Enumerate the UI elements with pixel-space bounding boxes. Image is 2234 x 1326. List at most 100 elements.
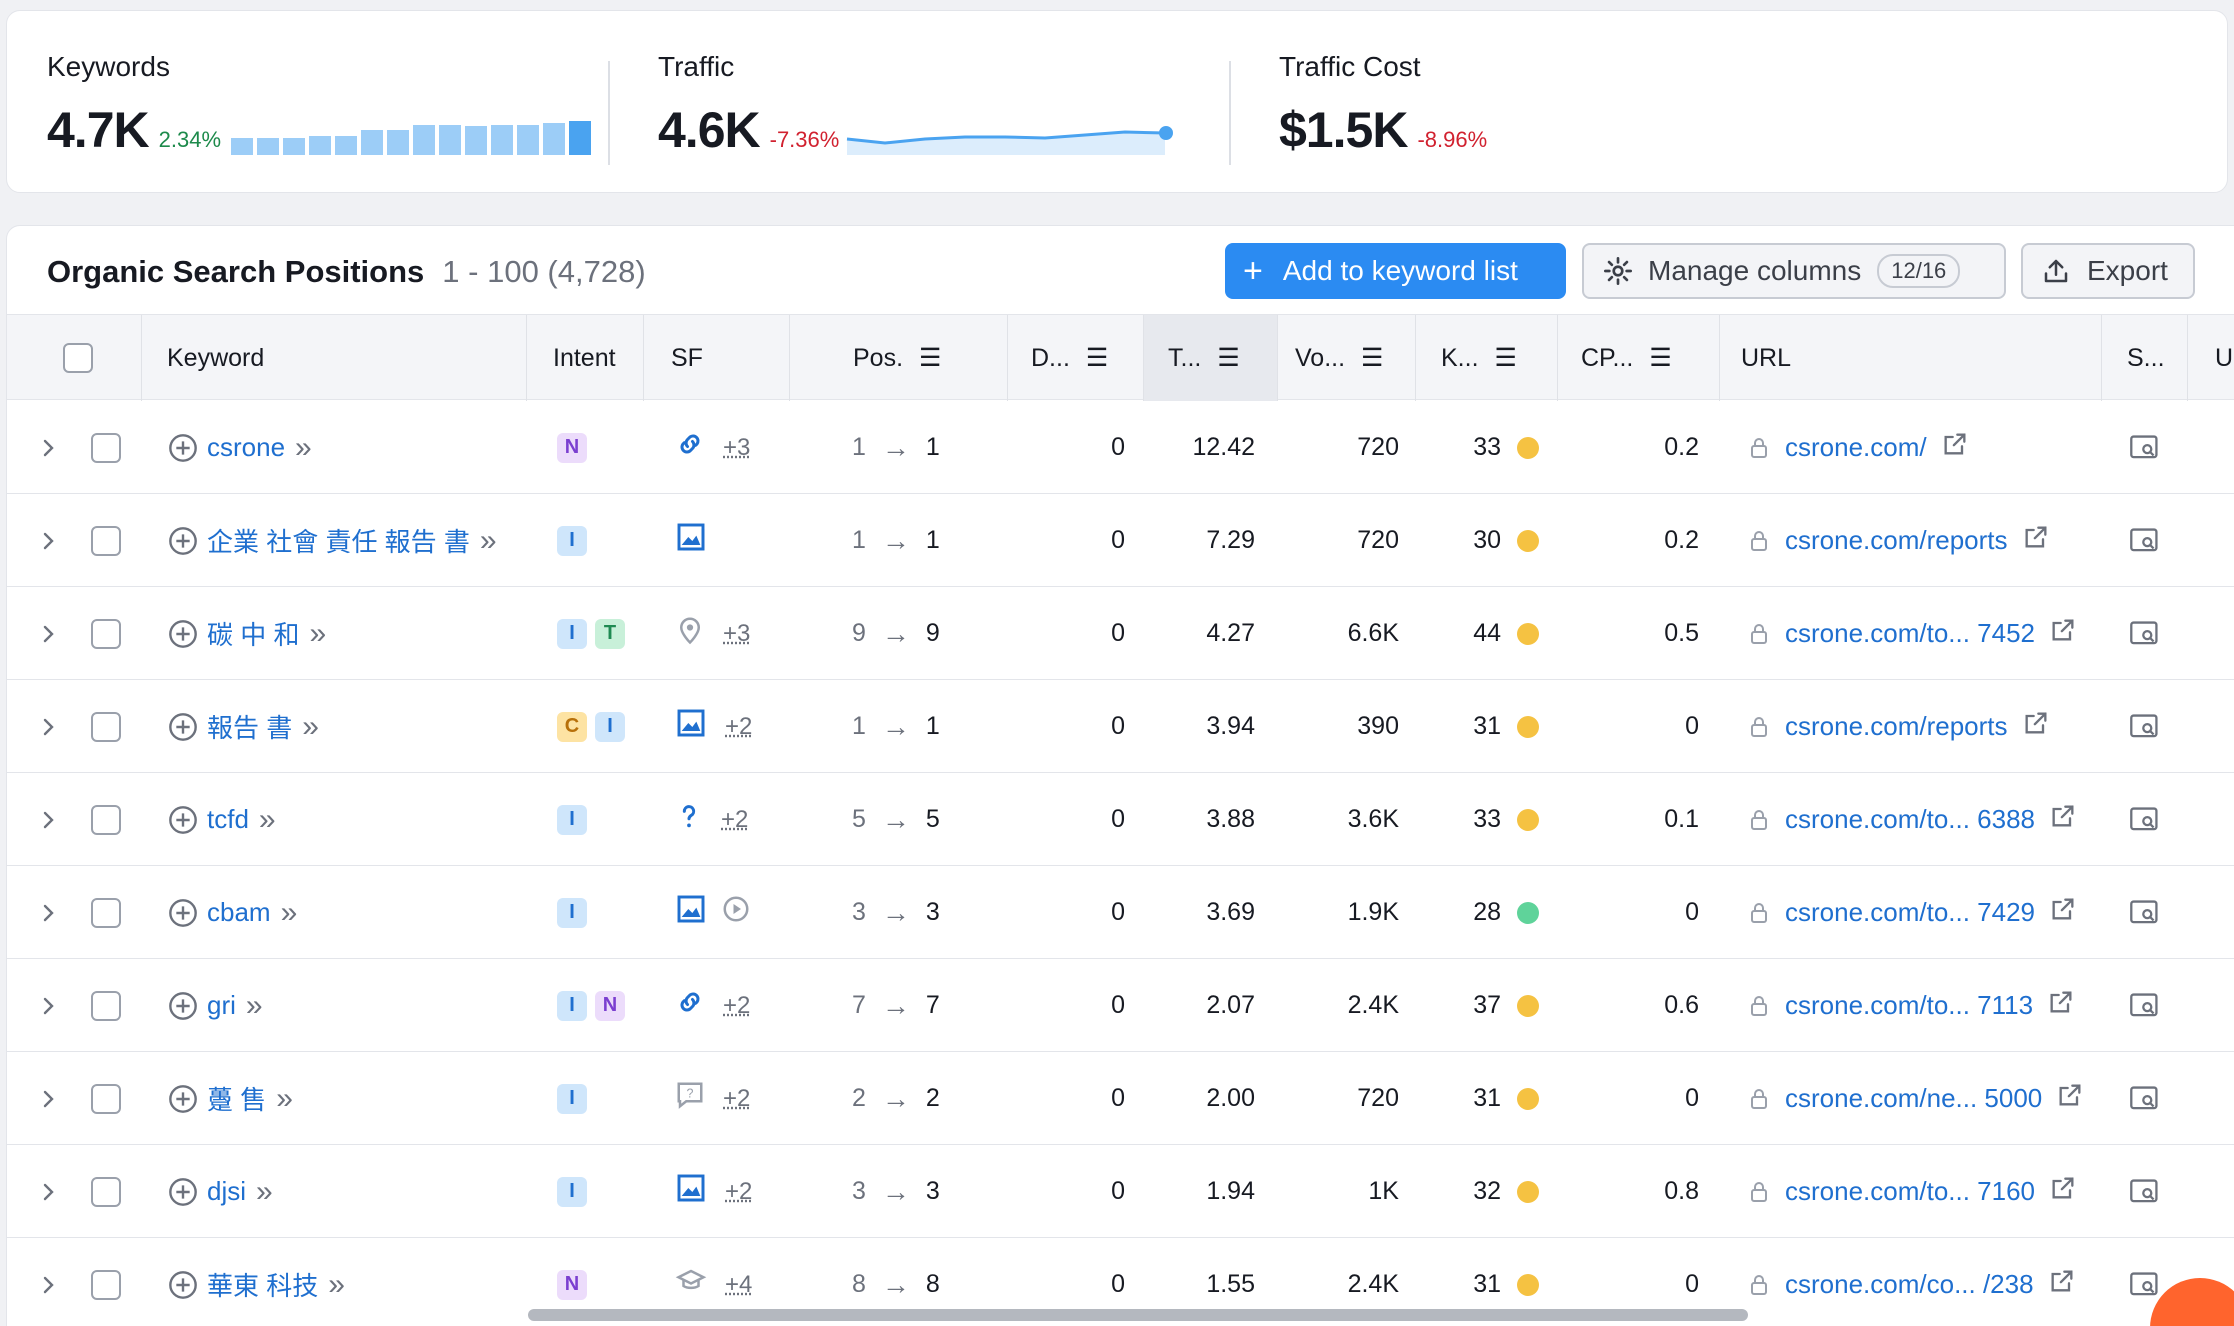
external-link-icon[interactable] [2049,1174,2077,1209]
row-checkbox[interactable] [91,711,121,742]
column-traffic[interactable]: T... ☰ [1144,315,1277,401]
external-link-icon[interactable] [2022,709,2050,744]
expand-row-icon[interactable] [41,866,57,959]
double-chevron-icon[interactable]: » [256,1175,273,1209]
column-kd[interactable]: K... ☰ [1441,315,1517,401]
table-row[interactable]: 企業 社會 責任 報告 書 » I 1 → 1 0 7.29 720 30 0.2 csrone.co… [7,494,2234,587]
serp-snapshot-icon[interactable] [2129,1052,2161,1145]
faq-icon[interactable]: ? [675,1080,705,1117]
expand-row-icon[interactable] [41,401,57,494]
expand-row-icon[interactable] [41,494,57,587]
add-keyword-icon[interactable] [167,804,199,836]
url-link[interactable]: csrone.com/to... 7113 [1785,990,2033,1021]
row-checkbox[interactable] [91,804,121,835]
url-link[interactable]: csrone.com/ne... 5000 [1785,1083,2042,1114]
intent-badge[interactable]: T [595,618,625,649]
double-chevron-icon[interactable]: » [302,710,319,744]
row-checkbox[interactable] [91,897,121,928]
serp-snapshot-icon[interactable] [2129,680,2161,773]
column-serp[interactable]: S... [2127,315,2165,401]
add-keyword-icon[interactable] [167,1269,199,1301]
add-keyword-icon[interactable] [167,432,199,464]
serp-features-more[interactable]: +2 [723,1085,750,1113]
table-row[interactable]: cbam » I 3 → 3 0 3.69 1.9K 28 0 csrone.com/to... 74… [7,866,2234,959]
link-icon[interactable] [675,429,705,466]
manage-columns-button[interactable]: Manage columns 12/16 [1582,243,2006,299]
row-checkbox[interactable] [91,990,121,1021]
table-row[interactable]: gri » I N +2 7 → 7 0 2.07 2.4K 37 0.6 csrone.com/to..… [7,959,2234,1052]
add-keyword-icon[interactable] [167,618,199,650]
serp-snapshot-icon[interactable] [2129,773,2161,866]
external-link-icon[interactable] [2049,616,2077,651]
serp-snapshot-icon[interactable] [2129,959,2161,1052]
image-icon[interactable] [675,893,707,932]
intent-badge[interactable]: I [557,804,587,835]
table-row[interactable]: csrone » N +3 1 → 1 0 12.42 720 33 0.2 csrone.com/ [7,401,2234,494]
serp-features-more[interactable]: +3 [723,434,750,462]
intent-badge[interactable]: I [557,897,587,928]
external-link-icon[interactable] [2022,523,2050,558]
column-keyword[interactable]: Keyword [167,315,264,401]
intent-badge[interactable]: C [557,711,587,742]
serp-snapshot-icon[interactable] [2129,866,2161,959]
add-keyword-icon[interactable] [167,525,199,557]
select-all-checkbox[interactable] [63,343,93,373]
double-chevron-icon[interactable]: » [281,896,298,930]
serp-snapshot-icon[interactable] [2129,494,2161,587]
column-intent[interactable]: Intent [553,315,616,401]
serp-snapshot-icon[interactable] [2129,1145,2161,1238]
column-url[interactable]: URL [1741,315,1791,401]
intent-badge[interactable]: N [557,432,587,463]
intent-badge[interactable]: I [557,990,587,1021]
serp-features-more[interactable]: +2 [725,1178,752,1206]
intent-badge[interactable]: I [557,525,587,556]
horizontal-scrollbar[interactable] [528,1309,1748,1321]
image-icon[interactable] [675,521,707,560]
expand-row-icon[interactable] [41,959,57,1052]
keyword-link[interactable]: cbam [207,897,271,928]
add-keyword-icon[interactable] [167,990,199,1022]
external-link-icon[interactable] [1941,430,1969,465]
external-link-icon[interactable] [2049,895,2077,930]
expand-row-icon[interactable] [41,587,57,680]
column-volume[interactable]: Vo... ☰ [1295,315,1383,401]
expand-row-icon[interactable] [41,773,57,866]
location-icon[interactable] [675,615,705,652]
link-icon[interactable] [675,987,705,1024]
external-link-icon[interactable] [2048,1267,2076,1302]
keyword-link[interactable]: gri [207,990,236,1021]
column-u[interactable]: U [2215,315,2233,401]
row-checkbox[interactable] [91,432,121,463]
serp-features-more[interactable]: +3 [723,620,750,648]
keyword-link[interactable]: csrone [207,432,285,463]
url-link[interactable]: csrone.com/ [1785,432,1927,463]
row-checkbox[interactable] [91,525,121,556]
add-keyword-icon[interactable] [167,711,199,743]
serp-snapshot-icon[interactable] [2129,587,2161,680]
keyword-link[interactable]: 躉 售 [207,1080,266,1117]
double-chevron-icon[interactable]: » [259,803,276,837]
traffic-trend-chart[interactable] [845,109,1175,155]
table-row[interactable]: tcfd » I +2 5 → 5 0 3.88 3.6K 33 0.1 csrone.com/to..… [7,773,2234,866]
url-link[interactable]: csrone.com/to... 7429 [1785,897,2035,928]
add-keyword-icon[interactable] [167,1176,199,1208]
expand-row-icon[interactable] [41,1238,57,1326]
expand-row-icon[interactable] [41,680,57,773]
row-checkbox[interactable] [91,618,121,649]
intent-badge[interactable]: N [595,990,625,1021]
keyword-link[interactable]: tcfd [207,804,249,835]
double-chevron-icon[interactable]: » [246,989,263,1023]
serp-snapshot-icon[interactable] [2129,401,2161,494]
keyword-link[interactable]: 企業 社會 責任 報告 書 [207,522,470,559]
image-icon[interactable] [675,707,707,746]
table-row[interactable]: djsi » I +2 3 → 3 0 1.94 1K 32 0.8 csrone.com/to... … [7,1145,2234,1238]
table-row[interactable]: 躉 售 » I? +2 2 → 2 0 2.00 720 31 0 csrone.com/ne... 5… [7,1052,2234,1145]
add-to-keyword-list-button[interactable]: + Add to keyword list [1225,243,1566,299]
double-chevron-icon[interactable]: » [276,1082,293,1116]
keyword-link[interactable]: djsi [207,1176,246,1207]
column-position[interactable]: Pos. ☰ [853,315,941,401]
expand-row-icon[interactable] [41,1052,57,1145]
keyword-link[interactable]: 華東 科技 [207,1266,318,1303]
url-link[interactable]: csrone.com/reports [1785,525,2008,556]
add-keyword-icon[interactable] [167,897,199,929]
